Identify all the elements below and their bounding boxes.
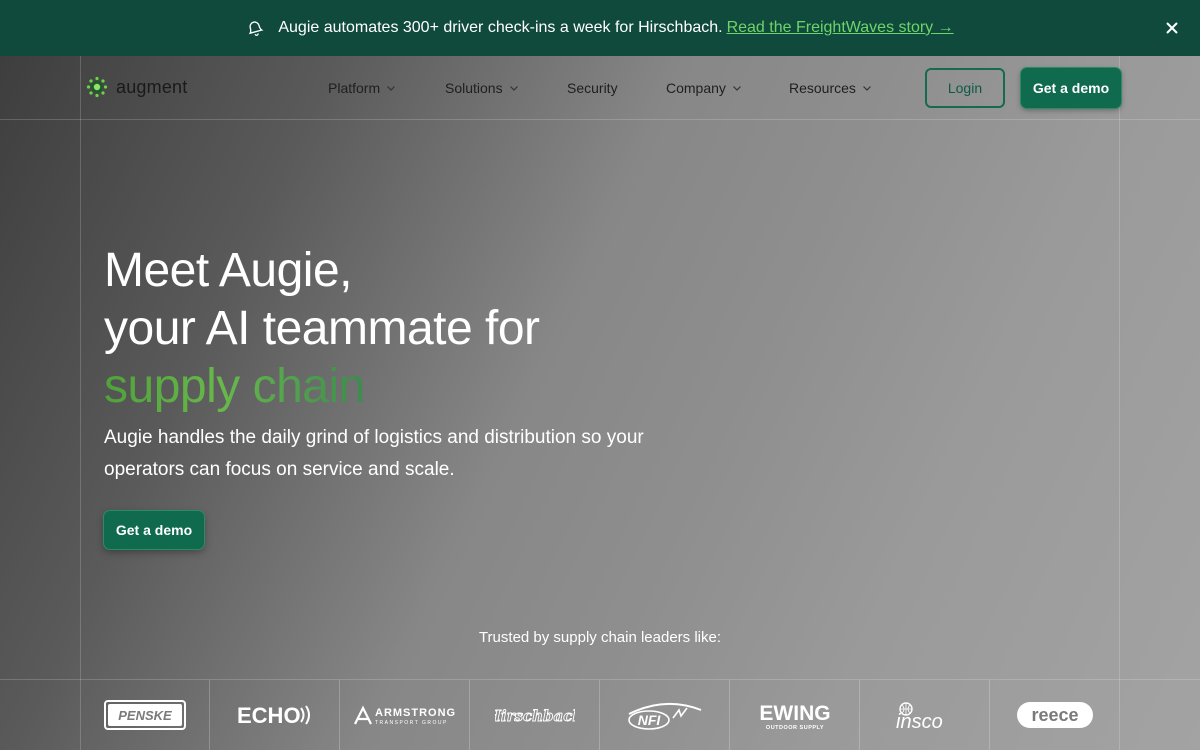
echo-wordmark: ECHO [237,703,301,728]
penske-wordmark: PENSKE [118,708,172,723]
chevron-down-icon [509,86,518,91]
trusted-by-label: Trusted by supply chain leaders like: [478,629,722,646]
logo-echo: ECHO [210,680,340,750]
main-nav: augment Platform Solutions Security Comp… [0,56,1200,120]
chevron-down-icon [387,86,396,91]
hero-get-demo-button[interactable]: Get a demo [104,511,204,549]
chevron-down-icon [732,86,741,91]
hirschbach-wordmark: Hirschbach [495,707,575,725]
nav-resources[interactable]: Resources [789,80,872,96]
ewing-logo-icon: EWING OUTDOOR SUPPLY [760,702,830,731]
brand-logo[interactable]: augment [86,76,187,98]
chevron-down-icon [862,86,871,91]
announcement-bar: Augie automates 300+ driver check-ins a … [0,0,1200,56]
hero-title-line1: Meet Augie, [104,244,353,297]
nfi-wordmark: NFI [637,712,661,728]
nav-security[interactable]: Security [567,80,618,96]
armstrong-logo-icon: ARMSTRONG TRANSPORT GROUP [353,705,456,726]
logo-hirschbach: Hirschbach [470,680,600,750]
hero-title-line2: your AI teammate for [104,302,540,355]
hero-subtitle: Augie handles the daily grind of logisti… [104,427,644,480]
armstrong-tagline: TRANSPORT GROUP [375,720,448,726]
announcement-message: Augie automates 300+ driver check-ins a … [278,19,723,36]
logo-reece: reece [990,680,1120,750]
nav-solutions-label: Solutions [445,80,503,96]
announcement-link[interactable]: Read the FreightWaves story → [727,19,954,37]
logo-nfi: NFI [600,680,730,750]
armstrong-wordmark: ARMSTRONG [375,707,456,719]
reece-logo-icon: reece [1017,702,1093,728]
nav-platform[interactable]: Platform [328,80,396,96]
augment-logo-icon [86,76,108,98]
nfi-logo-icon: NFI [627,702,701,730]
penske-logo-icon: PENSKE [103,700,186,730]
hero-section: augment Platform Solutions Security Comp… [0,56,1200,750]
bell-icon [249,21,264,36]
logo-penske: PENSKE [80,680,210,750]
login-button[interactable]: Login [925,68,1005,108]
nav-security-label: Security [567,80,618,96]
hero-title: Meet Augie, your AI teammate for supply … [104,242,540,416]
nav-solutions[interactable]: Solutions [445,80,519,96]
echo-logo-icon: ECHO [237,703,310,728]
hirschbach-logo-icon: Hirschbach [495,707,575,726]
logo-insco: insco [860,680,990,750]
ewing-tagline: OUTDOOR SUPPLY [765,725,823,731]
customer-logos: PENSKE ECHO ARMSTRONG TRANSPORT GROUP Hi… [80,680,1120,750]
reece-wordmark: reece [1031,705,1078,725]
logo-armstrong: ARMSTRONG TRANSPORT GROUP [340,680,470,750]
ewing-wordmark: EWING [760,702,830,725]
get-demo-button[interactable]: Get a demo [1021,68,1121,108]
nav-resources-label: Resources [789,80,856,96]
brand-name: augment [116,76,188,97]
insco-wordmark: insco [896,711,943,732]
nav-platform-label: Platform [328,80,381,96]
logo-ewing: EWING OUTDOOR SUPPLY [730,680,860,750]
nav-company-label: Company [666,80,726,96]
hero-title-accent: supply chain [104,360,365,413]
nav-company[interactable]: Company [666,80,742,96]
close-icon[interactable] [1162,18,1182,38]
insco-logo-icon: insco [896,702,943,732]
